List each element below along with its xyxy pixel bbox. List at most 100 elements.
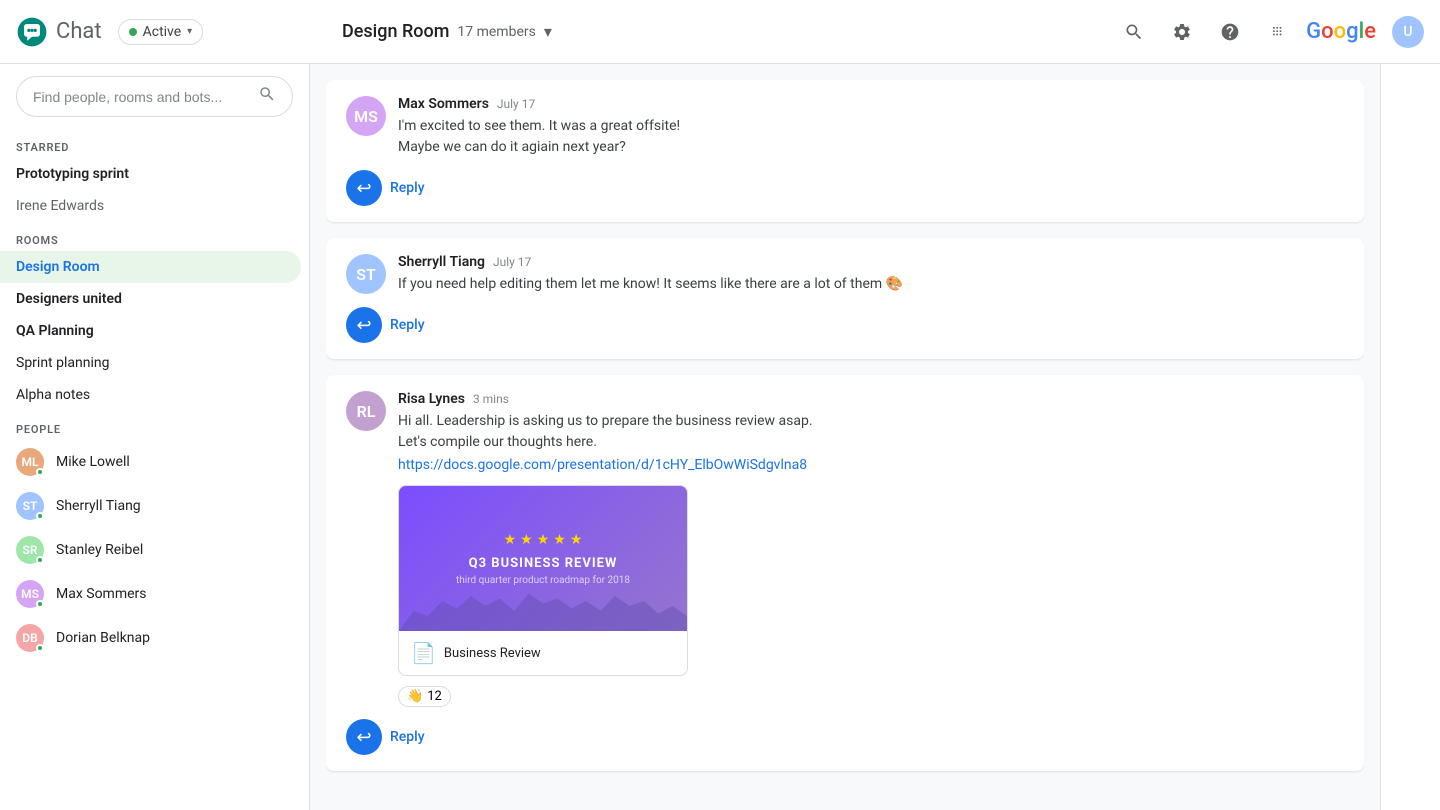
message-avatar-2: ST [346,254,386,294]
members-count[interactable]: 17 members [457,24,535,40]
reply-icon-3: ↩ [346,719,382,755]
people-avatar-stanley: SR [16,536,44,564]
room-item-label: Designers united [16,291,122,307]
search-icon [1124,22,1144,42]
room-dropdown-icon[interactable]: ▾ [544,22,552,41]
star-2: ★ [520,532,533,548]
star-5: ★ [570,532,583,548]
starred-item-prototyping[interactable]: Prototyping sprint [0,158,301,190]
user-avatar[interactable]: U [1392,16,1424,48]
starred-item-irene[interactable]: Irene Edwards [0,190,301,222]
attachment-preview-subtitle: third quarter product roadmap for 2018 [456,575,630,586]
message-meta-1: Max Sommers July 17 [398,96,1344,112]
people-item-dorian[interactable]: DB Dorian Belknap [0,616,301,660]
message-header-3: RL Risa Lynes 3 mins Hi all. Leadership … [346,391,1344,707]
doc-icon: 📄 [411,641,436,665]
gear-icon [1172,22,1192,42]
message-text-3a: Hi all. Leadership is asking us to prepa… [398,411,1344,432]
message-avatar-1: MS [346,96,386,136]
people-item-label: Stanley Reibel [56,542,143,558]
apps-icon [1268,22,1288,42]
main-content: STARRED Prototyping sprint Irene Edwards… [0,64,1440,810]
rooms-section-label: ROOMS [0,222,309,251]
people-avatar-dorian: DB [16,624,44,652]
reply-label-1: Reply [390,180,425,196]
reply-button-3[interactable]: ↩ Reply [346,719,425,755]
attachment-preview: ★ ★ ★ ★ ★ Q3 BUSINESS REVIEW third quart… [399,486,687,631]
reply-icon-2: ↩ [346,307,382,343]
people-item-max[interactable]: MS Max Sommers [0,572,301,616]
online-dot [36,468,44,476]
sidebar-item-sprint[interactable]: Sprint planning [0,347,301,379]
people-item-stanley[interactable]: SR Stanley Reibel [0,528,301,572]
room-item-label: Design Room [16,259,100,275]
attachment-preview-title: Q3 BUSINESS REVIEW [469,556,618,571]
room-item-label: Alpha notes [16,387,90,403]
chevron-down-icon: ▾ [187,26,192,37]
message-header-1: MS Max Sommers July 17 I'm excited to se… [346,96,1344,158]
people-item-label: Dorian Belknap [56,630,150,646]
message-text-1a: I'm excited to see them. It was a great … [398,116,1344,137]
sidebar-item-design-room[interactable]: Design Room [0,251,301,283]
people-item-label: Max Sommers [56,586,147,602]
reaction-badge[interactable]: 👋 12 [398,686,451,707]
active-status-badge[interactable]: Active ▾ [118,19,204,45]
message-time-3: 3 mins [473,392,509,406]
message-card-1: MS Max Sommers July 17 I'm excited to se… [326,80,1364,222]
message-link-3[interactable]: https://docs.google.com/presentation/d/1… [398,457,1344,473]
people-item-sherryll[interactable]: ST Sherryll Tiang [0,484,301,528]
starred-section-label: STARRED [0,129,309,158]
star-3: ★ [537,532,550,548]
reply-button-2[interactable]: ↩ Reply [346,307,425,343]
reaction-emoji: 👋 [407,689,423,704]
search-input[interactable] [33,89,250,105]
settings-button[interactable] [1162,12,1202,52]
reply-label-2: Reply [390,317,425,333]
online-dot [36,512,44,520]
room-name: Design Room [342,21,449,42]
help-icon [1220,22,1240,42]
active-label: Active [143,24,182,40]
search-icon [258,85,276,108]
search-button[interactable] [1114,12,1154,52]
right-panel [1380,64,1440,810]
starred-item-label: Irene Edwards [16,198,104,214]
people-item-label: Mike Lowell [56,454,130,470]
chat-logo-icon [16,16,48,48]
message-author-3: Risa Lynes [398,391,465,407]
message-meta-2: Sherryll Tiang July 17 [398,254,1344,270]
message-avatar-3: RL [346,391,386,431]
message-card-3: RL Risa Lynes 3 mins Hi all. Leadership … [326,375,1364,771]
message-content-3: Risa Lynes 3 mins Hi all. Leadership is … [398,391,1344,707]
search-bar[interactable] [16,76,293,117]
messages-container: MS Max Sommers July 17 I'm excited to se… [326,80,1364,794]
room-item-label: QA Planning [16,323,94,339]
room-item-label: Sprint planning [16,355,109,371]
reply-icon-1: ↩ [346,170,382,206]
stars-row: ★ ★ ★ ★ ★ [504,532,583,548]
attachment-name: Business Review [444,646,541,661]
people-item-label: Sherryll Tiang [56,498,141,514]
room-header: Design Room 17 members ▾ [326,21,1114,42]
attachment-card[interactable]: ★ ★ ★ ★ ★ Q3 BUSINESS REVIEW third quart… [398,485,688,676]
reply-button-1[interactable]: ↩ Reply [346,170,425,206]
message-text-2a: If you need help editing them let me kno… [398,274,1344,295]
active-dot [129,28,137,36]
people-avatar-sherryll: ST [16,492,44,520]
sidebar-item-alpha[interactable]: Alpha notes [0,379,301,411]
sidebar-item-qa[interactable]: QA Planning [0,315,301,347]
online-dot [36,644,44,652]
people-avatar-max: MS [16,580,44,608]
city-silhouette [399,581,687,631]
message-text-3b: Let's compile our thoughts here. [398,432,1344,453]
apps-button[interactable] [1258,12,1298,52]
people-item-mike[interactable]: ML Mike Lowell [0,440,301,484]
chat-area: MS Max Sommers July 17 I'm excited to se… [310,64,1380,810]
sidebar-item-designers[interactable]: Designers united [0,283,301,315]
star-4: ★ [553,532,566,548]
top-icons: Google U [1114,12,1424,52]
reply-label-3: Reply [390,729,425,745]
help-button[interactable] [1210,12,1250,52]
google-logo: Google [1306,19,1376,44]
message-text-1b: Maybe we can do it agiain next year? [398,137,1344,158]
